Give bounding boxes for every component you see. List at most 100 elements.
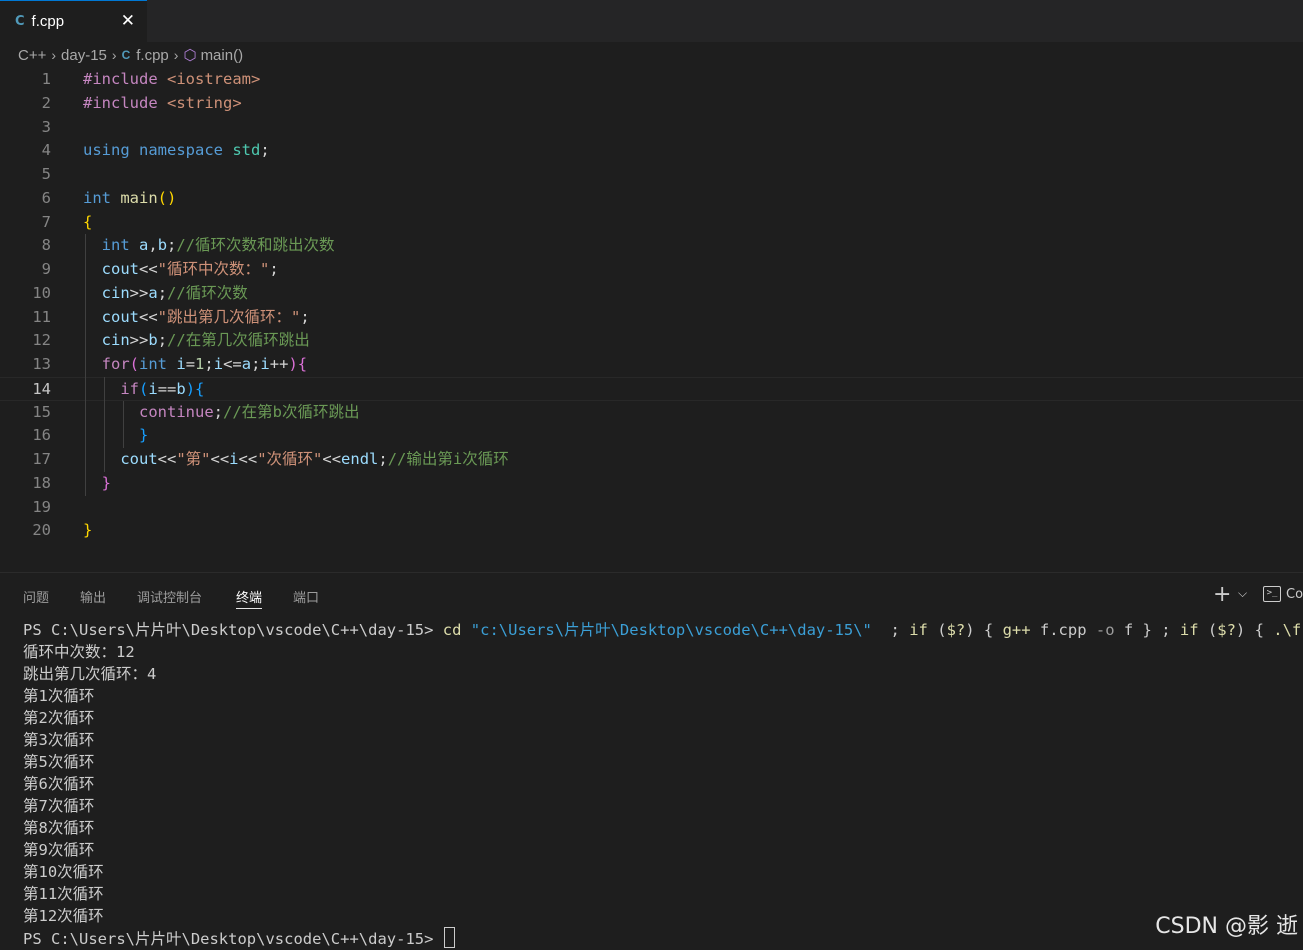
terminal-output-line: 跳出第几次循环：4 (23, 663, 1298, 685)
new-terminal-plus-icon[interactable]: + (1213, 582, 1231, 607)
code-token: i (148, 380, 157, 398)
code-line[interactable]: 6int main() (0, 187, 1303, 211)
code-token: ; (214, 403, 223, 421)
code-line[interactable]: 8 int a,b;//循环次数和跳出次数 (0, 234, 1303, 258)
breadcrumb: C++ › day-15 › C f.cpp › ⬡ main() (0, 42, 1303, 68)
code-token: for (102, 355, 130, 373)
code-token: } (83, 521, 92, 539)
code-line[interactable]: 2 #include <string> (0, 92, 1303, 116)
code-token: //循环次数和跳出次数 (176, 236, 334, 254)
code-token: //输出第i次循环 (388, 450, 509, 468)
code-line[interactable]: 4using namespace std; (0, 139, 1303, 163)
line-number: 7 (0, 211, 51, 235)
breadcrumb-folder[interactable]: day-15 (61, 47, 107, 64)
code-line[interactable]: 16 } (0, 424, 1303, 448)
code-line[interactable]: 9 cout<<"循环中次数："; (0, 258, 1303, 282)
line-number: 1 (0, 68, 51, 92)
tab-terminal[interactable]: 终端 (236, 587, 262, 606)
code-line[interactable]: 20} (0, 519, 1303, 543)
code-token: ; (158, 331, 167, 349)
code-token: == (158, 380, 177, 398)
code-text: #include <string> (83, 92, 242, 116)
code-token: ; (158, 284, 167, 302)
code-line[interactable]: 14 if(i==b){ (0, 377, 1303, 401)
command-token: "c:\Users\片片叶\Desktop\vscode\C++\day-15\… (471, 621, 872, 639)
terminal-output[interactable]: PS C:\Users\片片叶\Desktop\vscode\C++\day-1… (23, 619, 1298, 949)
code-token: "第" (176, 450, 210, 468)
tab-output[interactable]: 输出 (80, 587, 106, 606)
code-line[interactable]: 11 cout<<"跳出第几次循环："; (0, 306, 1303, 330)
terminal-output-line: 第5次循环 (23, 751, 1298, 773)
code-text: cout<<"循环中次数："; (83, 258, 279, 282)
terminal-output-line: 第10次循环 (23, 861, 1298, 883)
tab-ports[interactable]: 端口 (293, 587, 319, 606)
code-line[interactable]: 18 } (0, 472, 1303, 496)
code-line[interactable]: 10 cin>>a;//循环次数 (0, 282, 1303, 306)
line-number: 19 (0, 496, 51, 520)
command-token: if (1180, 621, 1208, 639)
code-token: ; (300, 308, 309, 326)
line-number: 2 (0, 92, 51, 116)
code-token: ; (269, 260, 278, 278)
command-token: $? (1217, 621, 1236, 639)
command-token: f } ; (1124, 621, 1180, 639)
code-token (83, 403, 139, 421)
breadcrumb-symbol[interactable]: main() (201, 47, 244, 64)
code-token: ( (139, 380, 148, 398)
code-token: << (139, 260, 158, 278)
line-number: 18 (0, 472, 51, 496)
code-text: if(i==b){ (83, 378, 204, 402)
command-token: .\f (1273, 621, 1301, 639)
command-token: ) { (1236, 621, 1273, 639)
code-token: //在第b次循环跳出 (223, 403, 360, 421)
code-line[interactable]: 12 cin>>b;//在第几次循环跳出 (0, 329, 1303, 353)
code-token: ; (260, 141, 269, 159)
close-icon[interactable]: ✕ (121, 11, 135, 31)
terminal-name[interactable]: Co (1286, 587, 1303, 602)
code-token: >> (130, 331, 149, 349)
code-token: main (120, 189, 157, 207)
code-line[interactable]: 5 (0, 163, 1303, 187)
terminal-icon[interactable]: >_ (1263, 586, 1281, 602)
code-line[interactable]: 13 for(int i=1;i<=a;i++){ (0, 353, 1303, 377)
editor-tab-bar: C f.cpp ✕ (0, 0, 1303, 42)
code-token: () (158, 189, 177, 207)
tab-f-cpp[interactable]: C f.cpp ✕ (0, 0, 147, 42)
code-token: { (298, 355, 307, 373)
code-token: int (102, 236, 139, 254)
terminal-output-line: 第8次循环 (23, 817, 1298, 839)
code-text: } (83, 472, 111, 496)
line-number: 4 (0, 139, 51, 163)
code-line[interactable]: 1#include <iostream> (0, 68, 1303, 92)
line-number: 13 (0, 353, 51, 377)
line-number: 16 (0, 424, 51, 448)
tab-problems[interactable]: 问题 (23, 587, 49, 606)
code-token: "循环中次数：" (158, 260, 270, 278)
code-line[interactable]: 15 continue;//在第b次循环跳出 (0, 401, 1303, 425)
code-token: "跳出第几次循环：" (158, 308, 301, 326)
bottom-panel: 问题 输出 调试控制台 终端 端口 + ⌵ >_ Co PS C:\Users\… (0, 572, 1303, 949)
cpp-file-icon: C (122, 48, 131, 62)
code-line[interactable]: 7{ (0, 211, 1303, 235)
terminal-output-line: 第6次循环 (23, 773, 1298, 795)
tab-debug-console[interactable]: 调试控制台 (137, 587, 202, 606)
chevron-down-icon[interactable]: ⌵ (1238, 586, 1247, 601)
line-number: 10 (0, 282, 51, 306)
code-token (83, 450, 120, 468)
code-text: { (83, 211, 92, 235)
code-line[interactable]: 17 cout<<"第"<<i<<"次循环"<<endl;//输出第i次循环 (0, 448, 1303, 472)
code-token: } (102, 474, 111, 492)
terminal-prompt: PS C:\Users\片片叶\Desktop\vscode\C++\day-1… (23, 621, 443, 639)
command-token: -o (1096, 621, 1124, 639)
code-token: a (242, 355, 251, 373)
code-editor[interactable]: 1#include <iostream>2 #include <string>34… (0, 68, 1303, 572)
code-token: cout (102, 260, 139, 278)
watermark: CSDN @影 逝 (1155, 908, 1298, 940)
breadcrumb-file[interactable]: f.cpp (136, 47, 169, 64)
code-line[interactable]: 19 (0, 496, 1303, 520)
code-token: cout (120, 450, 157, 468)
code-token: std (232, 141, 260, 159)
code-token: <= (223, 355, 242, 373)
breadcrumb-root[interactable]: C++ (18, 47, 46, 64)
code-line[interactable]: 3 (0, 116, 1303, 140)
